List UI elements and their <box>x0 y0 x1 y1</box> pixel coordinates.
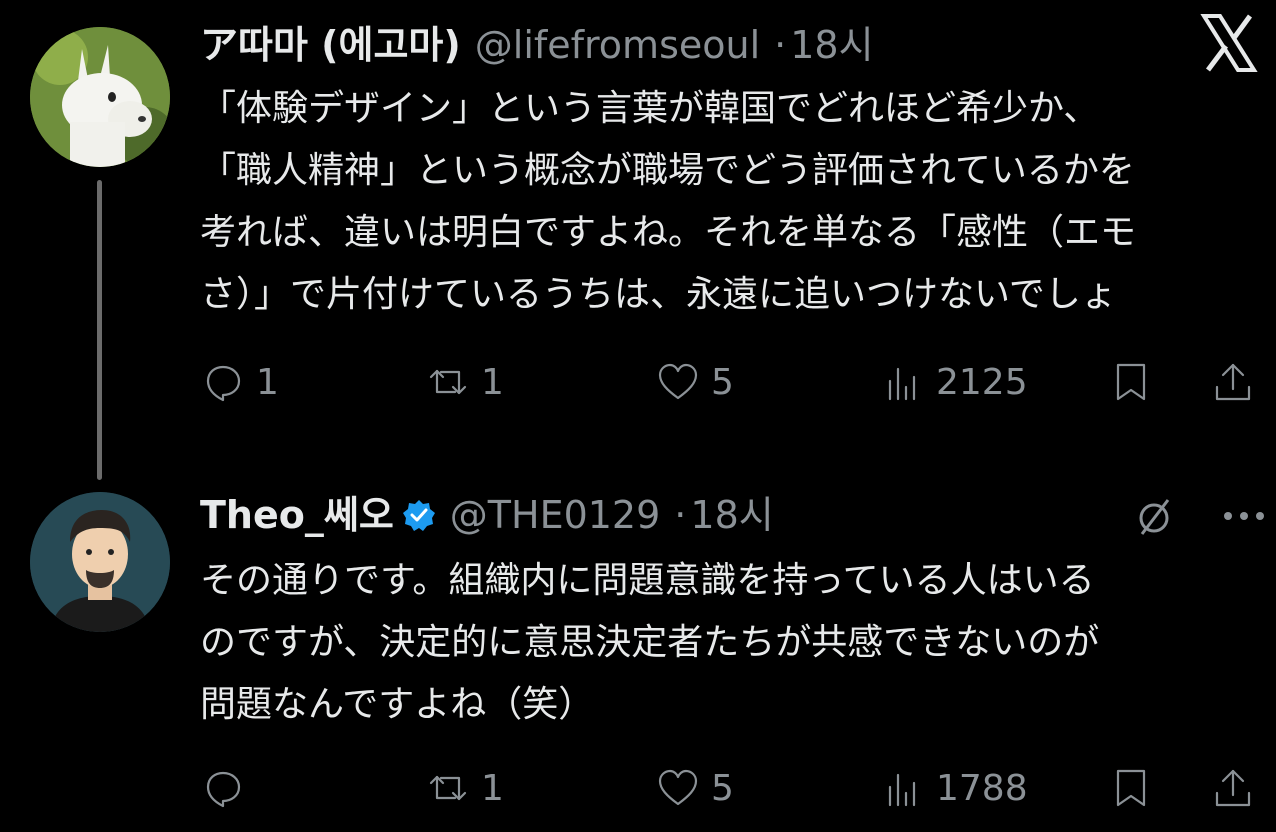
reply-button[interactable] <box>200 758 256 818</box>
bookmark-button[interactable] <box>1108 352 1154 412</box>
author-name[interactable]: ア따마 (에고마) <box>200 14 461 76</box>
views-count: 1788 <box>936 767 1028 809</box>
heart-icon <box>658 363 698 400</box>
like-count: 5 <box>711 361 734 403</box>
views-icon <box>888 773 916 807</box>
verified-badge-icon <box>402 500 435 531</box>
share-icon <box>1215 769 1251 807</box>
like-button[interactable]: 5 <box>655 352 734 412</box>
retweet-button[interactable]: 1 <box>425 758 504 818</box>
reply-icon <box>206 771 241 808</box>
views-button[interactable]: 1788 <box>880 758 1028 818</box>
reply-button[interactable]: 1 <box>200 352 279 412</box>
share-button[interactable] <box>1210 758 1256 818</box>
avatar-theo[interactable] <box>30 492 170 632</box>
tweet-2[interactable]: Theo_쎄오 @THE0129 · 18시 その通りです。組織内に問題意識を持… <box>0 470 1276 832</box>
share-icon <box>1215 363 1251 401</box>
action-bar: 1 5 1788 <box>200 758 1270 818</box>
tweet-text-line: 考れば、違いは明白ですよね。それを単なる「感性（エモ <box>200 212 1137 253</box>
tweet-text-line: その通りです。組織内に問題意識を持っている人はいる <box>200 560 1095 601</box>
author-handle[interactable]: @THE0129 <box>450 484 661 546</box>
tweet-header: ア따마 (에고마) @lifefromseoul · 18시 <box>200 14 874 76</box>
retweet-icon <box>429 369 467 395</box>
author-name[interactable]: Theo_쎄오 <box>200 484 394 546</box>
grok-icon[interactable] <box>1134 494 1178 538</box>
more-icon[interactable] <box>1222 509 1266 523</box>
tweet-time[interactable]: 18시 <box>790 14 873 76</box>
tweet-text-line: 問題なんですよね（笑） <box>200 684 595 725</box>
tweet-corner-actions <box>1134 494 1266 538</box>
header-separator: · <box>674 493 687 537</box>
bookmark-button[interactable] <box>1108 758 1154 818</box>
author-handle[interactable]: @lifefromseoul <box>475 14 760 76</box>
heart-icon <box>658 769 698 806</box>
retweet-count: 1 <box>481 361 504 403</box>
views-icon <box>888 367 916 401</box>
x-logo-icon[interactable] <box>1200 12 1258 74</box>
share-button[interactable] <box>1210 352 1256 412</box>
tweet-1[interactable]: ア따마 (에고마) @lifefromseoul · 18시 「体験デザイン」と… <box>0 0 1276 480</box>
retweet-button[interactable]: 1 <box>425 352 504 412</box>
retweet-count: 1 <box>481 767 504 809</box>
reply-icon <box>206 365 241 402</box>
header-separator: · <box>774 23 787 67</box>
like-button[interactable]: 5 <box>655 758 734 818</box>
thread-connector-line <box>97 180 102 480</box>
views-button[interactable]: 2125 <box>880 352 1028 412</box>
tweet-text-line: 「職人精神」という概念が職場でどう評価されているかを <box>200 150 1135 191</box>
reply-count: 1 <box>256 361 279 403</box>
tweet-text-line: 「体験デザイン」という言葉が韓国でどれほど希少か、 <box>200 88 1100 129</box>
tweet-text: 「体験デザイン」という言葉が韓国でどれほど希少か、 「職人精神」という概念が職場… <box>200 78 1260 326</box>
tweet-time[interactable]: 18시 <box>690 484 773 546</box>
like-count: 5 <box>711 767 734 809</box>
bookmark-icon <box>1116 769 1146 807</box>
retweet-icon <box>429 775 467 801</box>
tweet-text: その通りです。組織内に問題意識を持っている人はいる のですが、決定的に意思決定者… <box>200 550 1260 736</box>
tweet-text-line: さ）」で片付けているうちは、永遠に追いつけないでしょ <box>200 274 1117 315</box>
views-count: 2125 <box>936 361 1028 403</box>
action-bar: 1 1 5 2125 <box>200 352 1270 412</box>
tweet-header: Theo_쎄오 @THE0129 · 18시 <box>200 484 774 546</box>
bookmark-icon <box>1116 363 1146 401</box>
tweet-text-line: のですが、決定的に意思決定者たちが共感できないのが <box>200 622 1100 663</box>
avatar-llama[interactable] <box>30 27 170 167</box>
